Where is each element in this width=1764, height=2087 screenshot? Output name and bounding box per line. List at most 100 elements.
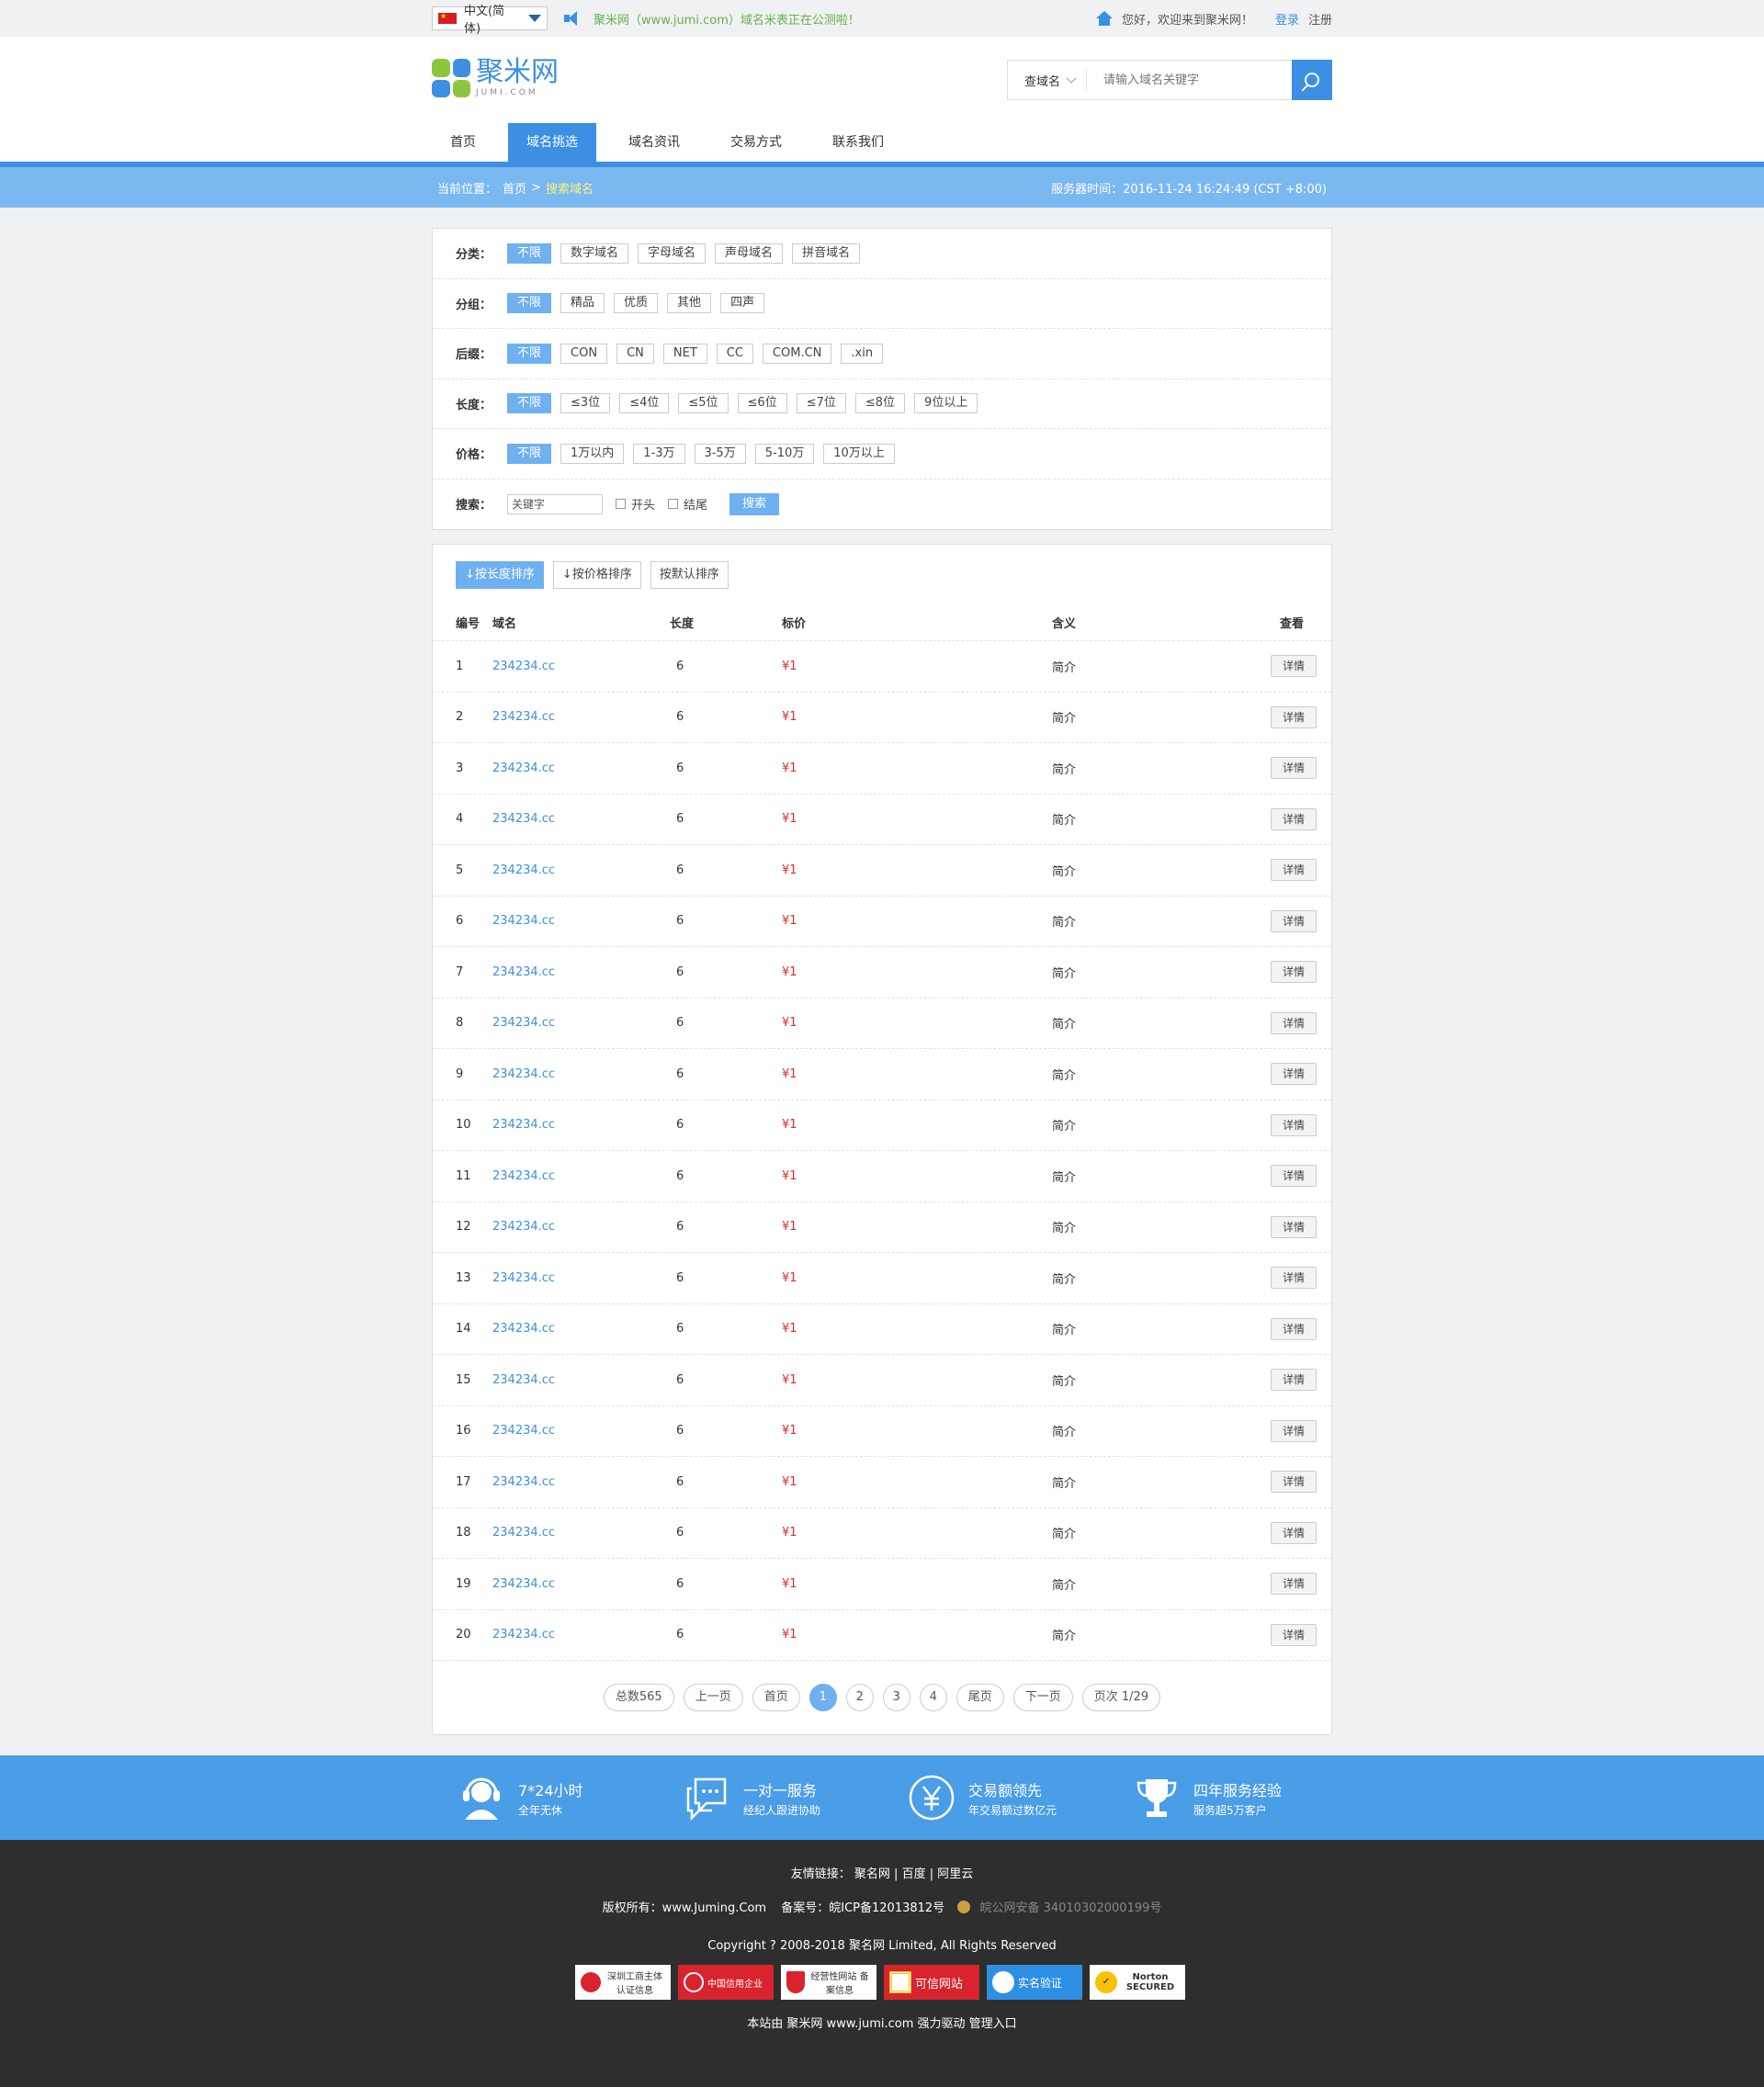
filter-option[interactable]: 不限 (507, 243, 552, 264)
domain-meaning[interactable]: 简介 (1052, 1168, 1076, 1185)
domain-meaning[interactable]: 简介 (1052, 1422, 1076, 1439)
domain-link[interactable]: 234234.cc (492, 761, 555, 775)
domain-link[interactable]: 234234.cc (492, 660, 555, 673)
filter-option[interactable]: NET (662, 343, 707, 364)
domain-link[interactable]: 234234.cc (492, 1169, 555, 1183)
domain-meaning[interactable]: 简介 (1052, 708, 1076, 726)
sort-by-price-button[interactable]: ↓按价格排序 (552, 560, 641, 589)
page-2-button[interactable]: 2 (845, 1684, 874, 1711)
filter-option[interactable]: CON (560, 343, 608, 364)
domain-link[interactable]: 234234.cc (492, 1526, 555, 1540)
language-select[interactable]: 中文(简体) (432, 5, 548, 36)
domain-meaning[interactable]: 简介 (1052, 1320, 1076, 1337)
powered-by[interactable]: 本站由 聚米网 www.jumi.com 强力驱动 管理入口 (0, 2014, 1764, 2031)
domain-meaning[interactable]: 简介 (1052, 862, 1076, 879)
norton-badge[interactable]: ✓ Norton SECURED (1090, 1965, 1185, 2000)
credit-enterprise-badge[interactable]: 中国信用企业 (678, 1965, 774, 2000)
detail-button[interactable]: 详情 (1270, 1573, 1317, 1596)
breadcrumb-home[interactable]: 首页 (503, 179, 526, 197)
filter-option[interactable]: 3-5万 (694, 443, 746, 464)
domain-link[interactable]: 234234.cc (492, 1628, 555, 1641)
filter-option[interactable]: ≤3位 (560, 393, 611, 414)
detail-button[interactable]: 详情 (1270, 807, 1317, 830)
filter-option[interactable]: 拼音域名 (792, 243, 861, 264)
website-record-badge[interactable]: 经营性网站 备案信息 (781, 1965, 876, 2000)
domain-meaning[interactable]: 简介 (1052, 1473, 1076, 1491)
filter-option[interactable]: ≤4位 (619, 393, 670, 414)
domain-link[interactable]: 234234.cc (492, 1424, 555, 1438)
site-logo[interactable]: 聚米网 JUMI.COM (432, 59, 559, 97)
filter-option[interactable]: COM.CN (762, 343, 832, 364)
page-1-button[interactable]: 1 (808, 1684, 837, 1711)
domain-meaning[interactable]: 简介 (1052, 1014, 1076, 1032)
filter-option[interactable]: 1万以内 (560, 443, 625, 464)
domain-link[interactable]: 234234.cc (492, 965, 555, 979)
filter-option[interactable]: 不限 (507, 293, 552, 314)
last-page-button[interactable]: 尾页 (956, 1684, 1004, 1711)
page-3-button[interactable]: 3 (882, 1684, 910, 1711)
sort-by-length-button[interactable]: ↓按长度排序 (456, 560, 544, 589)
domain-link[interactable]: 234234.cc (492, 863, 555, 877)
filter-option[interactable]: .xin (841, 343, 884, 364)
filter-option[interactable]: ≤8位 (854, 393, 906, 414)
filter-option[interactable]: 字母域名 (638, 243, 707, 264)
domain-link[interactable]: 234234.cc (492, 1577, 555, 1591)
friend-link[interactable]: 聚名网 (854, 1867, 890, 1881)
filter-option[interactable]: ≤5位 (678, 393, 729, 414)
domain-meaning[interactable]: 简介 (1052, 912, 1076, 930)
domain-meaning[interactable]: 简介 (1052, 760, 1076, 777)
detail-button[interactable]: 详情 (1270, 1113, 1317, 1136)
sort-default-button[interactable]: 按默认排序 (650, 560, 729, 589)
detail-button[interactable]: 详情 (1270, 1011, 1317, 1034)
friend-link[interactable]: 阿里云 (937, 1867, 973, 1881)
detail-button[interactable]: 详情 (1270, 1369, 1317, 1392)
nav-trade[interactable]: 交易方式 (712, 123, 800, 162)
detail-button[interactable]: 详情 (1270, 1623, 1317, 1646)
domain-meaning[interactable]: 简介 (1052, 1218, 1076, 1235)
keyword-input[interactable]: 关键字 (507, 493, 603, 514)
domain-link[interactable]: 234234.cc (492, 1220, 555, 1234)
filter-option[interactable]: 四声 (720, 293, 765, 314)
domain-link[interactable]: 234234.cc (492, 812, 555, 826)
filter-option[interactable]: 优质 (614, 293, 659, 314)
nav-home[interactable]: 首页 (432, 123, 494, 162)
filter-option[interactable]: 不限 (507, 393, 552, 414)
nav-contact[interactable]: 联系我们 (814, 123, 902, 162)
business-license-badge[interactable]: 深圳工商主体认证信息 (575, 1965, 671, 2000)
domain-link[interactable]: 234234.cc (492, 1373, 555, 1387)
login-link[interactable]: 登录 (1275, 10, 1299, 28)
next-page-button[interactable]: 下一页 (1012, 1684, 1073, 1711)
filter-option[interactable]: 其他 (667, 293, 712, 314)
domain-link[interactable]: 234234.cc (492, 710, 555, 724)
filter-option[interactable]: ≤6位 (737, 393, 787, 414)
first-page-button[interactable]: 首页 (752, 1684, 800, 1711)
filter-option[interactable]: 声母域名 (715, 243, 784, 264)
police-record[interactable]: 皖公网安备 34010302000199号 (979, 1901, 1161, 1915)
icp-number[interactable]: 备案号：皖ICP备12013812号 (781, 1901, 944, 1915)
domain-meaning[interactable]: 简介 (1052, 1371, 1076, 1389)
detail-button[interactable]: 详情 (1270, 1419, 1317, 1442)
domain-meaning[interactable]: 简介 (1052, 1626, 1076, 1643)
filter-option[interactable]: 1-3万 (633, 443, 685, 464)
detail-button[interactable]: 详情 (1270, 961, 1317, 984)
search-button[interactable] (1292, 60, 1332, 100)
register-link[interactable]: 注册 (1308, 10, 1332, 28)
domain-meaning[interactable]: 简介 (1052, 1066, 1076, 1083)
detail-button[interactable]: 详情 (1270, 1165, 1317, 1188)
domain-link[interactable]: 234234.cc (492, 1016, 555, 1030)
detail-button[interactable]: 详情 (1270, 1215, 1317, 1238)
domain-meaning[interactable]: 简介 (1052, 1269, 1076, 1287)
domain-meaning[interactable]: 简介 (1052, 658, 1076, 675)
filter-option[interactable]: 9位以上 (914, 393, 978, 414)
detail-button[interactable]: 详情 (1270, 757, 1317, 780)
domain-meaning[interactable]: 简介 (1052, 810, 1076, 828)
detail-button[interactable]: 详情 (1270, 655, 1317, 678)
ends-with-checkbox[interactable]: 结尾 (668, 495, 707, 513)
detail-button[interactable]: 详情 (1270, 1521, 1317, 1544)
domain-link[interactable]: 234234.cc (492, 1118, 555, 1132)
home-icon[interactable] (1095, 11, 1113, 26)
domain-meaning[interactable]: 简介 (1052, 1524, 1076, 1541)
search-type-select[interactable]: 查域名 (1008, 70, 1087, 90)
filter-option[interactable]: 10万以上 (823, 443, 895, 464)
detail-button[interactable]: 详情 (1270, 1267, 1317, 1290)
